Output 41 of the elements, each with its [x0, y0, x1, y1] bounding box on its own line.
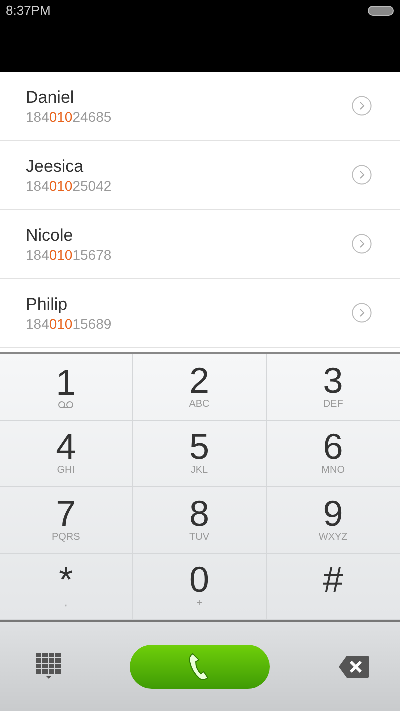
key-letters: MNO	[322, 465, 345, 478]
key-letters: ABC	[189, 398, 210, 411]
contact-number: 18401015678	[26, 246, 113, 262]
contact-name: Nicole	[26, 226, 74, 246]
dial-key[interactable]: 6 MNO	[266, 420, 400, 487]
dial-key[interactable]: 3 DEF	[266, 354, 400, 420]
chevron-circle-icon[interactable]	[352, 303, 372, 323]
dial-key[interactable]: 7 PQRS	[0, 487, 134, 554]
contact-row[interactable]: Philip 18401015689	[0, 279, 400, 348]
key-letters: +	[196, 598, 202, 610]
key-letters: GHI	[57, 465, 76, 478]
key-letters: DEF	[323, 398, 344, 411]
status-time: 8:37PM	[6, 4, 51, 18]
contact-name: Philip	[26, 294, 69, 314]
key-letters: ,	[64, 598, 68, 610]
dial-key[interactable]: 4 GHI	[0, 420, 134, 487]
chevron-circle-icon[interactable]	[352, 234, 372, 254]
chevron-circle-icon[interactable]	[352, 165, 372, 185]
key-letters: JKL	[190, 465, 208, 478]
key-letters: WXYZ	[318, 532, 348, 544]
key-letters: PQRS	[52, 532, 80, 544]
keypad-toggle-button[interactable]	[36, 652, 62, 680]
dial-key[interactable]: 8 TUV	[133, 487, 267, 554]
dial-key[interactable]: 1	[0, 354, 134, 420]
battery-icon	[368, 6, 394, 16]
contact-number: 18401024685	[26, 108, 113, 124]
key-letters: TUV	[189, 532, 210, 544]
dial-key[interactable]: 9 WXYZ	[266, 487, 400, 554]
call-button[interactable]	[130, 644, 270, 688]
voicemail-icon	[58, 400, 74, 409]
contact-row[interactable]: Jeesica 18401025042	[0, 141, 400, 210]
chevron-circle-icon[interactable]	[352, 96, 372, 116]
contact-row[interactable]: Nicole 18401015678	[0, 210, 400, 279]
contact-name: Daniel	[26, 88, 76, 108]
dial-key[interactable]: 2 ABC	[133, 354, 267, 420]
backspace-button[interactable]	[338, 654, 370, 678]
contact-number: 18401015689	[26, 316, 113, 332]
contact-number: 18401025042	[26, 178, 113, 194]
contact-name: Jeesica	[26, 156, 85, 176]
contact-row[interactable]: Daniel 18401024685	[0, 72, 400, 141]
dial-key[interactable]: 5 JKL	[133, 420, 267, 487]
